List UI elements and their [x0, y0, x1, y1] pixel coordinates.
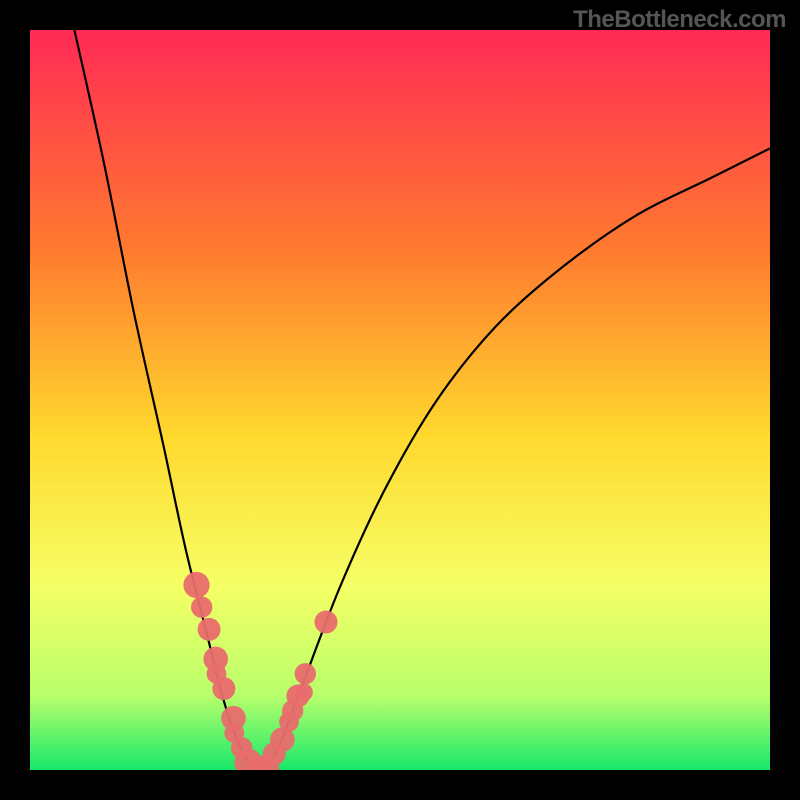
data-point [295, 663, 316, 684]
chart-outer: TheBottleneck.com [0, 0, 800, 800]
data-point [314, 610, 337, 633]
watermark-text: TheBottleneck.com [573, 6, 786, 34]
data-point [198, 618, 221, 641]
plot-area [30, 30, 770, 770]
data-point [183, 572, 209, 598]
data-point [212, 677, 235, 700]
data-point [295, 683, 313, 701]
data-point [191, 597, 212, 618]
gradient-background [30, 30, 770, 770]
chart-svg [30, 30, 770, 770]
